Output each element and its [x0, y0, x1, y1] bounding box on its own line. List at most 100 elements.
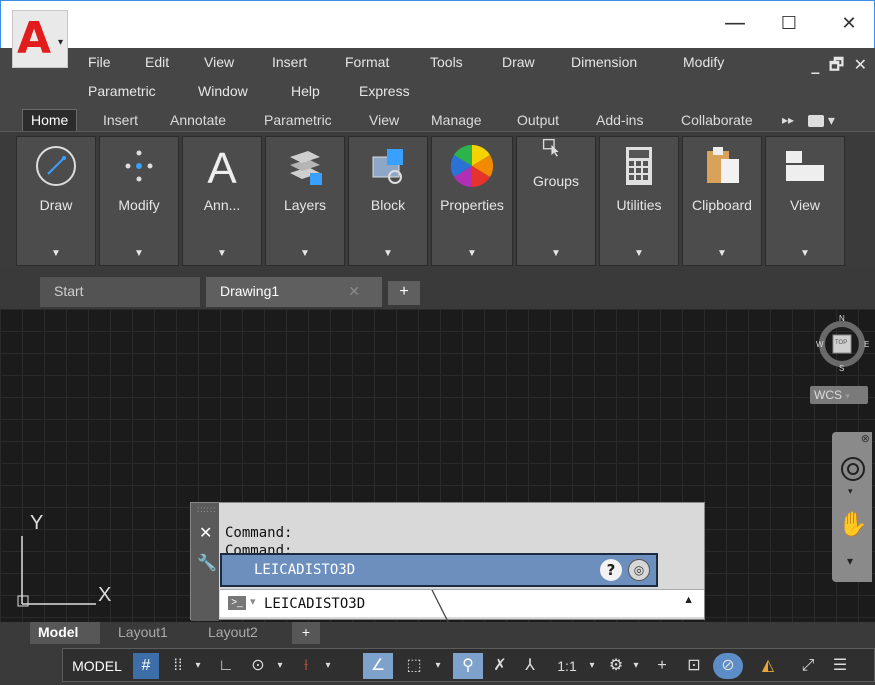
- help-icon[interactable]: ?: [600, 559, 622, 581]
- viewcube[interactable]: N S W E TOP: [812, 312, 872, 373]
- panel-layers[interactable]: Layers ▼: [265, 136, 345, 266]
- panel-properties[interactable]: Properties ▼: [431, 136, 513, 266]
- tab-collaborate[interactable]: Collaborate: [681, 110, 753, 132]
- chevron-down-icon[interactable]: ▾: [273, 653, 287, 679]
- tab-output[interactable]: Output: [517, 110, 559, 132]
- menu-help[interactable]: Help: [291, 83, 320, 99]
- steering-wheel-icon[interactable]: [840, 456, 866, 482]
- annotation-scale-value[interactable]: 1:1: [549, 653, 585, 679]
- panel-clipboard[interactable]: Clipboard ▼: [682, 136, 762, 266]
- close-button[interactable]: ✕: [831, 9, 867, 41]
- chevron-down-icon[interactable]: ▾: [629, 653, 643, 679]
- panel-draw[interactable]: Draw ▼: [16, 136, 96, 266]
- autocomplete-suggestion[interactable]: LEICADISTO3D ? ◎: [220, 553, 658, 587]
- drag-handle-icon[interactable]: ::::::: [197, 505, 216, 514]
- chevron-down-icon[interactable]: ▼: [17, 248, 95, 259]
- chevron-down-icon[interactable]: ▾: [585, 653, 599, 679]
- tab-layout1[interactable]: Layout1: [110, 622, 176, 644]
- grid-icon[interactable]: #: [133, 653, 159, 679]
- chevron-down-icon[interactable]: ▼: [432, 248, 512, 259]
- isolate-objects-icon[interactable]: ⊘: [713, 653, 743, 679]
- wrench-icon[interactable]: 🔧: [197, 553, 217, 573]
- ribbon-display-options-button[interactable]: ▾: [808, 110, 835, 132]
- tab-home[interactable]: Home: [22, 109, 78, 131]
- application-menu-button[interactable]: A ▾: [12, 10, 68, 68]
- maximize-button[interactable]: ☐: [771, 9, 807, 41]
- command-window-grip[interactable]: :::::: ✕ 🔧: [191, 503, 219, 621]
- tab-view[interactable]: View: [369, 110, 399, 132]
- document-window-controls[interactable]: _ 🗗 ✕: [811, 54, 869, 81]
- workspace-gear-icon[interactable]: ⚙: [603, 653, 629, 679]
- add-layout-button[interactable]: +: [292, 622, 320, 644]
- chevron-down-icon[interactable]: ▼: [183, 248, 261, 259]
- customize-navbar-icon[interactable]: ▾: [847, 554, 853, 568]
- panel-groups[interactable]: Groups ▼: [516, 136, 596, 266]
- menu-express[interactable]: Express: [359, 83, 410, 99]
- model-space-button[interactable]: MODEL: [67, 653, 127, 679]
- menu-parametric[interactable]: Parametric: [88, 83, 156, 99]
- annotation-scale-icon[interactable]: ⅄: [517, 653, 543, 679]
- isodraft-icon[interactable]: ⟊: [293, 653, 319, 679]
- chevron-down-icon[interactable]: ▼: [349, 248, 427, 259]
- object-snap-icon[interactable]: ⬚: [399, 653, 429, 679]
- menu-draw[interactable]: Draw: [502, 54, 535, 70]
- units-icon[interactable]: ⊡: [681, 653, 707, 679]
- chevron-down-icon[interactable]: ▼: [517, 248, 595, 259]
- ortho-icon[interactable]: ∟: [213, 653, 239, 679]
- close-navbar-icon[interactable]: ⊗: [861, 432, 870, 445]
- hardware-acceleration-icon[interactable]: ◭: [753, 653, 783, 679]
- tab-model[interactable]: Model: [30, 622, 100, 644]
- chevron-down-icon[interactable]: ▾: [191, 653, 205, 679]
- auto-scale-icon[interactable]: ✗: [487, 653, 513, 679]
- add-icon[interactable]: +: [649, 653, 675, 679]
- tab-insert[interactable]: Insert: [103, 110, 138, 132]
- tab-add-ins[interactable]: Add-ins: [596, 110, 643, 132]
- customization-menu-icon[interactable]: ☰: [825, 653, 855, 679]
- chevron-down-icon[interactable]: ▼: [100, 248, 178, 259]
- menu-tools[interactable]: Tools: [430, 54, 463, 70]
- panel-modify[interactable]: Modify ▼: [99, 136, 179, 266]
- pan-hand-icon[interactable]: ✋: [838, 510, 868, 539]
- panel-annotation[interactable]: A Ann... ▼: [182, 136, 262, 266]
- menu-file[interactable]: File: [88, 54, 111, 70]
- tab-drawing1[interactable]: Drawing1 ✕: [206, 277, 382, 307]
- close-tab-icon[interactable]: ✕: [348, 277, 360, 305]
- search-web-icon[interactable]: ◎: [628, 559, 650, 581]
- chevron-down-icon[interactable]: ▼: [766, 248, 844, 259]
- polar-icon[interactable]: ⊙: [245, 653, 271, 679]
- annotation-visibility-icon[interactable]: ⚲: [453, 653, 483, 679]
- command-history-toggle-icon[interactable]: ▲: [683, 594, 694, 606]
- object-snap-tracking-icon[interactable]: ∠: [363, 653, 393, 679]
- minimize-button[interactable]: —: [717, 9, 753, 41]
- wcs-menu[interactable]: WCS ▾: [810, 386, 868, 404]
- more-tabs-icon[interactable]: ▸▸: [782, 110, 794, 132]
- chevron-down-icon[interactable]: ▾: [431, 653, 445, 679]
- tab-manage[interactable]: Manage: [431, 110, 482, 132]
- menu-window[interactable]: Window: [198, 83, 248, 99]
- chevron-down-icon[interactable]: ▼: [683, 248, 761, 259]
- chevron-down-icon[interactable]: ▼: [600, 248, 678, 259]
- tab-start[interactable]: Start: [40, 277, 200, 307]
- chevron-down-icon[interactable]: ▾: [321, 653, 335, 679]
- menu-modify[interactable]: Modify: [683, 54, 724, 70]
- chevron-down-icon[interactable]: ▾: [848, 486, 853, 497]
- snap-icon[interactable]: ⁞⁞: [167, 653, 189, 679]
- menu-insert[interactable]: Insert: [272, 54, 307, 70]
- new-tab-button[interactable]: +: [388, 281, 420, 305]
- menu-dimension[interactable]: Dimension: [571, 54, 637, 70]
- panel-view[interactable]: View ▼: [765, 136, 845, 266]
- clean-screen-icon[interactable]: ⤢: [793, 653, 823, 679]
- tab-annotate[interactable]: Annotate: [170, 110, 226, 132]
- tab-parametric[interactable]: Parametric: [264, 110, 332, 132]
- menu-view[interactable]: View: [204, 54, 234, 70]
- panel-block[interactable]: Block ▼: [348, 136, 428, 266]
- menu-format[interactable]: Format: [345, 54, 389, 70]
- tab-layout2[interactable]: Layout2: [200, 622, 266, 644]
- chevron-down-icon[interactable]: ▼: [266, 248, 344, 259]
- menu-edit[interactable]: Edit: [145, 54, 169, 70]
- close-icon[interactable]: ✕: [199, 523, 212, 542]
- panel-utilities[interactable]: Utilities ▼: [599, 136, 679, 266]
- viewcube-top-face[interactable]: TOP: [835, 340, 847, 346]
- command-input[interactable]: LEICADISTO3D: [264, 596, 365, 612]
- recent-commands-dropdown-icon[interactable]: ▾: [250, 595, 256, 608]
